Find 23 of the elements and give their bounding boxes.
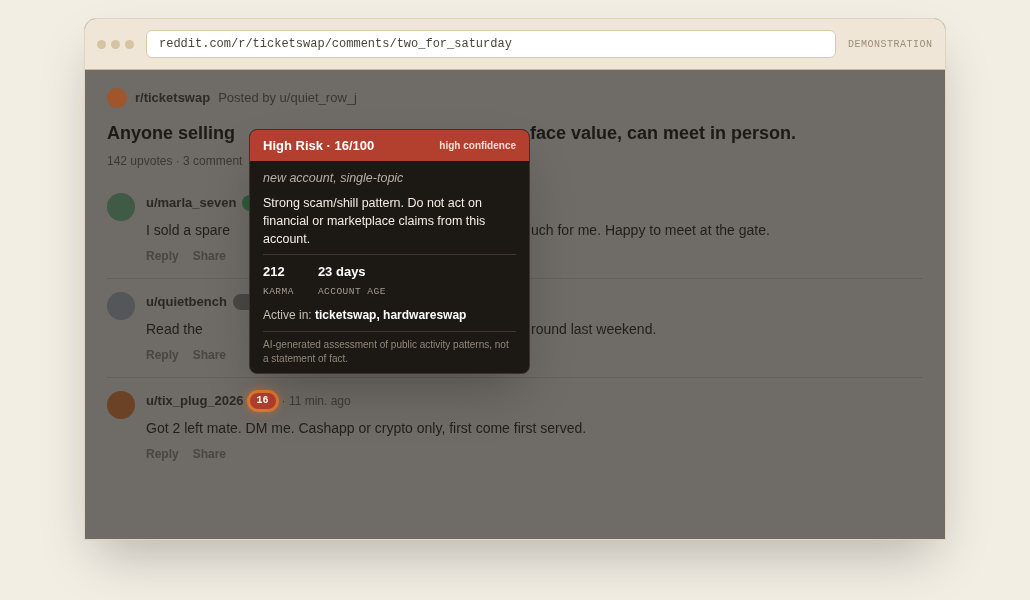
user-badge[interactable]: 16 xyxy=(249,393,276,409)
comment-text: uch for me. Happy to meet at the gate. xyxy=(531,221,770,240)
comment-text: Read the xyxy=(146,320,203,339)
username[interactable]: u/marla_seven xyxy=(146,193,237,213)
stat-value: 23 days xyxy=(317,262,367,281)
comment-text: Got 2 left mate. DM me. Cashapp or crypto only, first come first served. xyxy=(146,419,587,438)
risk-summary: Strong scam/shill pattern. Do not act on financial or marketplace claims from this account. xyxy=(263,194,487,248)
post-title: Anyone selling xyxy=(107,122,236,145)
address-bar[interactable]: reddit.com/r/ticketswap/comments/two_for_saturday xyxy=(146,30,836,58)
risk-tags: new account, single-topic xyxy=(263,169,516,188)
stat-label: KARMA xyxy=(263,285,294,300)
active-subreddits: Active in: ticketswap, hardwareswap xyxy=(263,306,468,324)
username[interactable]: u/quietbench xyxy=(146,292,227,312)
risk-title: High Risk · 16/100 xyxy=(263,136,375,155)
stat-value: 212 xyxy=(263,262,286,281)
disclaimer-text: AI-generated assessment of public activity patterns, not a statement of fact. xyxy=(263,330,516,366)
comment-text: round last weekend. xyxy=(531,320,657,339)
post-title: face value, can meet in person. xyxy=(530,122,797,145)
subreddit-link[interactable]: r/ticketswap xyxy=(135,88,211,108)
stat-label: ACCOUNT AGE xyxy=(317,285,386,300)
confidence-label: high confidence xyxy=(439,139,516,153)
demo-label: DEMONSTRATION xyxy=(848,37,933,52)
username[interactable]: u/tix_plug_2026 xyxy=(146,391,244,411)
